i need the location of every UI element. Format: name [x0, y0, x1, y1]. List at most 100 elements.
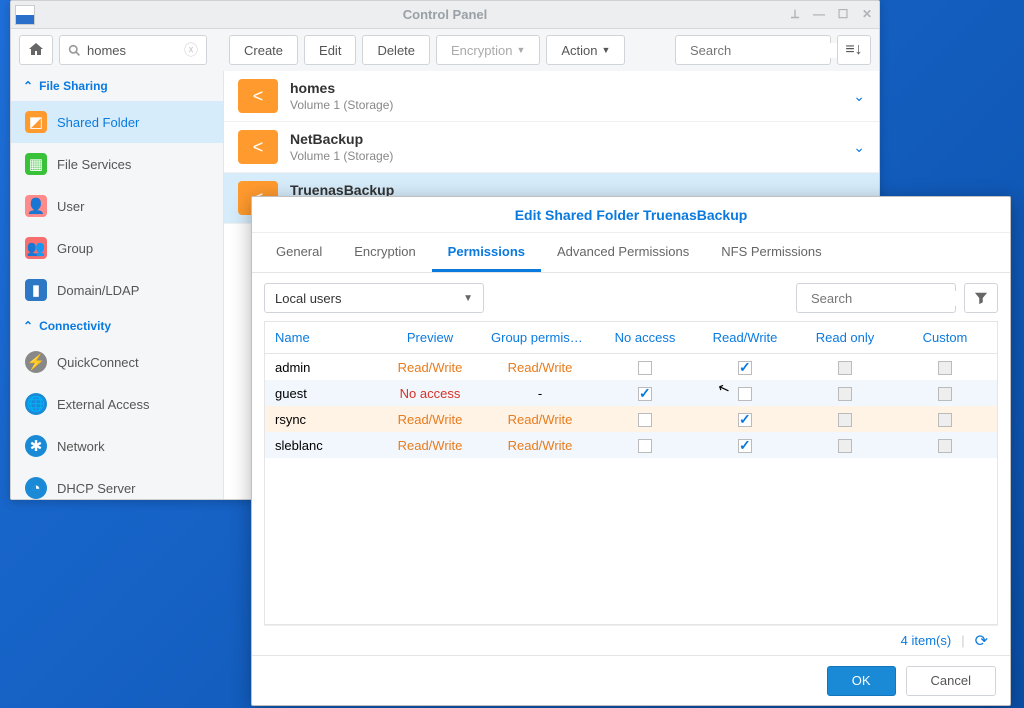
tab-encryption[interactable]: Encryption [338, 233, 431, 272]
col-ro[interactable]: Read only [795, 330, 895, 345]
cell-rw[interactable] [695, 359, 795, 375]
sidebar-search-input[interactable] [87, 43, 184, 58]
cell-custom[interactable] [895, 437, 995, 453]
funnel-icon [974, 291, 988, 305]
globe-icon: 🌐 [25, 393, 47, 415]
cell-custom[interactable] [895, 385, 995, 401]
cell-noaccess[interactable] [595, 385, 695, 401]
dialog-footer: OK Cancel [252, 655, 1010, 705]
sidebar-item-group[interactable]: 👥 Group [11, 227, 223, 269]
cell-ro[interactable] [795, 359, 895, 375]
action-button[interactable]: Action ▼ [546, 35, 625, 65]
folder-row-homes[interactable]: < homes Volume 1 (Storage) ⌄ [224, 71, 879, 122]
shared-folder-icon: < [238, 79, 278, 113]
tab-permissions[interactable]: Permissions [432, 233, 541, 272]
edit-button[interactable]: Edit [304, 35, 356, 65]
permissions-search-input[interactable] [811, 291, 987, 306]
quickconnect-icon: ⚡ [25, 351, 47, 373]
sidebar-search[interactable]: ⓧ [59, 35, 207, 65]
col-rw[interactable]: Read/Write [695, 330, 795, 345]
cell-name: sleblanc [265, 438, 375, 453]
pin-icon[interactable]: ⟂ [787, 7, 803, 22]
content-search[interactable] [675, 35, 831, 65]
sidebar-item-label: User [57, 199, 84, 214]
select-value: Local users [275, 291, 341, 306]
table-row[interactable]: guestNo access- [265, 380, 997, 406]
chevron-up-icon: ⌃ [23, 79, 33, 93]
section-connectivity[interactable]: ⌃ Connectivity [11, 311, 223, 341]
section-label: Connectivity [39, 319, 111, 333]
refresh-button[interactable]: ⟳ [975, 631, 988, 651]
home-button[interactable] [19, 35, 53, 65]
folder-subtitle: Volume 1 (Storage) [290, 149, 853, 163]
tab-general[interactable]: General [260, 233, 338, 272]
close-icon[interactable]: ✕ [859, 7, 875, 22]
folder-name: homes [290, 80, 853, 96]
sidebar-item-user[interactable]: 👤 User [11, 185, 223, 227]
window-title: Control Panel [403, 7, 488, 22]
sort-button[interactable]: ≡↓ [837, 35, 871, 65]
cell-custom[interactable] [895, 359, 995, 375]
cell-noaccess[interactable] [595, 437, 695, 453]
sidebar-item-label: Network [57, 439, 105, 454]
cell-noaccess[interactable] [595, 359, 695, 375]
dhcp-icon: ◔ [25, 477, 47, 499]
tab-advanced-permissions[interactable]: Advanced Permissions [541, 233, 705, 272]
dialog-title: Edit Shared Folder TruenasBackup [252, 197, 1010, 233]
minimize-icon[interactable]: — [811, 7, 827, 22]
cancel-button[interactable]: Cancel [906, 666, 996, 696]
delete-button[interactable]: Delete [362, 35, 430, 65]
ok-button[interactable]: OK [827, 666, 896, 696]
cell-rw[interactable] [695, 437, 795, 453]
cell-ro[interactable] [795, 385, 895, 401]
folder-name: NetBackup [290, 131, 853, 147]
user-scope-select[interactable]: Local users ▼ [264, 283, 484, 313]
titlebar: Control Panel ⟂ — ☐ ✕ [11, 1, 879, 29]
cell-ro[interactable] [795, 411, 895, 427]
table-row[interactable]: rsyncRead/WriteRead/Write [265, 406, 997, 432]
cell-custom[interactable] [895, 411, 995, 427]
sidebar-item-label: Shared Folder [57, 115, 139, 130]
user-icon: 👤 [25, 195, 47, 217]
action-label: Action [561, 43, 597, 58]
cell-noaccess[interactable] [595, 411, 695, 427]
cell-ro[interactable] [795, 437, 895, 453]
cell-rw[interactable] [695, 411, 795, 427]
col-group[interactable]: Group permissi… [485, 330, 595, 345]
toolbar: ⓧ Create Edit Delete Encryption ▼ Action… [11, 29, 879, 71]
sidebar: ⌃ File Sharing ◩ Shared Folder ▦ File Se… [11, 71, 224, 499]
sidebar-item-quickconnect[interactable]: ⚡ QuickConnect [11, 341, 223, 383]
sidebar-item-network[interactable]: ✱ Network [11, 425, 223, 467]
chevron-down-icon[interactable]: ⌄ [853, 88, 865, 105]
chevron-down-icon[interactable]: ⌄ [853, 139, 865, 156]
sidebar-item-shared-folder[interactable]: ◩ Shared Folder [11, 101, 223, 143]
sidebar-item-label: Group [57, 241, 93, 256]
sidebar-item-domain[interactable]: ▮ Domain/LDAP [11, 269, 223, 311]
section-file-sharing[interactable]: ⌃ File Sharing [11, 71, 223, 101]
table-row[interactable]: adminRead/WriteRead/Write [265, 354, 997, 380]
create-button[interactable]: Create [229, 35, 298, 65]
col-preview[interactable]: Preview [375, 330, 485, 345]
cell-preview: Read/Write [375, 412, 485, 427]
table-row[interactable]: sleblancRead/WriteRead/Write [265, 432, 997, 458]
sidebar-item-file-services[interactable]: ▦ File Services [11, 143, 223, 185]
chevron-down-icon: ▼ [516, 45, 525, 55]
cell-rw[interactable] [695, 385, 795, 401]
domain-icon: ▮ [25, 279, 47, 301]
maximize-icon[interactable]: ☐ [835, 7, 851, 22]
folder-row-netbackup[interactable]: < NetBackup Volume 1 (Storage) ⌄ [224, 122, 879, 173]
cell-group: Read/Write [485, 412, 595, 427]
sidebar-item-label: File Services [57, 157, 131, 172]
tab-nfs-permissions[interactable]: NFS Permissions [705, 233, 837, 272]
sidebar-item-dhcp[interactable]: ◔ DHCP Server [11, 467, 223, 499]
sidebar-item-external-access[interactable]: 🌐 External Access [11, 383, 223, 425]
col-custom[interactable]: Custom [895, 330, 995, 345]
encryption-button[interactable]: Encryption ▼ [436, 35, 540, 65]
col-name[interactable]: Name [265, 330, 375, 345]
filter-button[interactable] [964, 283, 998, 313]
network-icon: ✱ [25, 435, 47, 457]
clear-search-icon[interactable]: ⓧ [184, 40, 198, 60]
permissions-search[interactable] [796, 283, 956, 313]
sidebar-item-label: Domain/LDAP [57, 283, 139, 298]
col-noaccess[interactable]: No access [595, 330, 695, 345]
